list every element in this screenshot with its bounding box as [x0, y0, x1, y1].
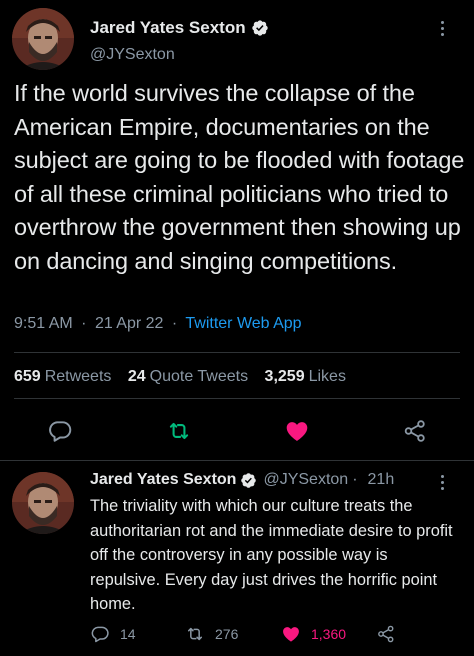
reply-icon [91, 626, 109, 643]
reply-text: The triviality with which our culture tr… [90, 497, 453, 614]
quotes-label: Quote Tweets [149, 368, 249, 385]
tweet-date[interactable]: 21 Apr 22 [95, 315, 164, 332]
verified-badge-icon [251, 19, 269, 37]
quotes-count: 24 [127, 368, 146, 385]
reply-like-button[interactable]: 1,360 [281, 624, 346, 644]
reply-author-name[interactable]: Jared Yates Sexton [90, 471, 236, 489]
tweet-thread: Jared Yates Sexton @JYSexton If the worl… [0, 0, 474, 656]
retweet-icon [188, 627, 202, 641]
divider [14, 352, 460, 353]
divider [14, 398, 460, 399]
retweet-count: 276 [215, 626, 239, 642]
tweet-meta: 9:51 AM · 21 Apr 22 · Twitter Web App [14, 315, 302, 333]
author-name[interactable]: Jared Yates Sexton [90, 18, 269, 38]
like-icon [283, 627, 299, 642]
like-count: 1,360 [311, 626, 347, 642]
reply-icon[interactable] [47, 418, 73, 444]
tweet-time[interactable]: 9:51 AM [14, 315, 73, 332]
tweet-source-link[interactable]: Twitter Web App [185, 315, 301, 332]
more-options-icon[interactable] [432, 14, 452, 42]
share-icon[interactable] [402, 418, 428, 444]
meta-separator: · [171, 315, 178, 332]
tweet-stats: 659 Retweets 24 Quote Tweets 3,259 Likes [14, 368, 358, 386]
likes-stat[interactable]: 3,259 Likes [265, 368, 346, 385]
share-icon [378, 625, 394, 643]
retweet-icon[interactable] [166, 418, 192, 444]
likes-label: Likes [308, 368, 346, 385]
retweets-count: 659 [14, 368, 41, 385]
avatar[interactable] [12, 8, 74, 70]
retweets-stat[interactable]: 659 Retweets [14, 368, 111, 385]
reply-age[interactable]: 21h [368, 471, 395, 489]
meta-separator: · [352, 471, 358, 488]
reply-count: 14 [120, 626, 136, 642]
like-icon[interactable] [284, 418, 310, 444]
reply-author-handle[interactable]: @JYSexton [263, 471, 348, 489]
verified-badge-icon [240, 472, 257, 489]
tweet-actions [0, 418, 474, 446]
reply-share-button[interactable] [376, 624, 406, 644]
more-options-icon[interactable] [432, 468, 452, 496]
likes-count: 3,259 [264, 368, 305, 385]
reply-retweet-button[interactable]: 276 [185, 624, 238, 644]
divider [0, 460, 474, 461]
tweet-text: If the world survives the collapse of th… [14, 80, 465, 274]
retweets-label: Retweets [44, 368, 112, 385]
reply-header: Jared Yates Sexton @JYSexton · 21h [90, 471, 394, 489]
author-name-text[interactable]: Jared Yates Sexton [90, 18, 246, 38]
meta-separator: · [81, 315, 87, 332]
reply-reply-button[interactable]: 14 [90, 624, 136, 644]
author-handle[interactable]: @JYSexton [90, 46, 175, 64]
quote-tweets-stat[interactable]: 24 Quote Tweets [128, 368, 248, 385]
avatar[interactable] [12, 472, 74, 534]
reply-actions: 14 276 1,360 [0, 624, 474, 646]
